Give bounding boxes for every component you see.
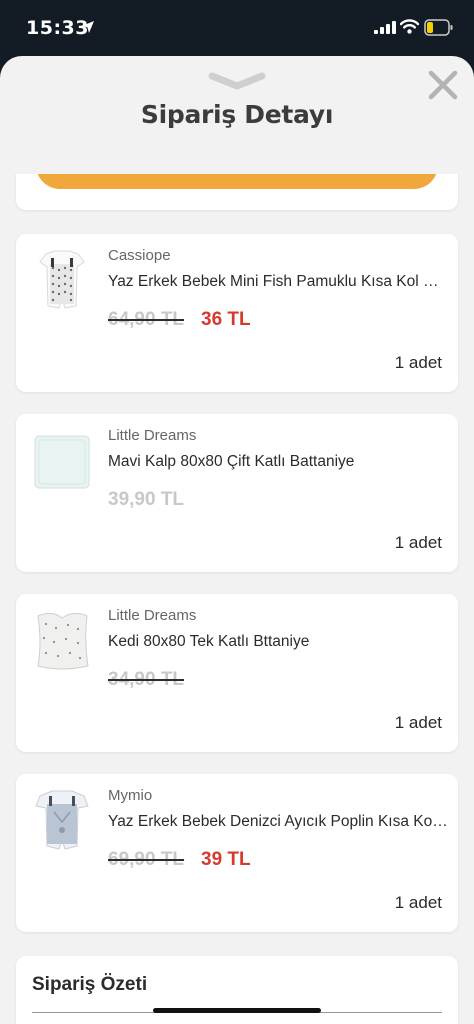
order-detail-sheet: Sipariş Detayı Cassiope Yaz Erkek Bebek …	[0, 56, 474, 1024]
order-item-card[interactable]: Little Dreams Kedi 80x80 Tek Katlı Bttan…	[16, 594, 458, 752]
chevron-down-icon[interactable]	[207, 72, 267, 92]
product-image	[35, 790, 89, 850]
order-item-card[interactable]: Mymio Yaz Erkek Bebek Denizci Ayıcık Pop…	[16, 774, 458, 932]
product-name: Yaz Erkek Bebek Mini Fish Pamuklu Kısa K…	[108, 273, 448, 290]
order-summary-card: Sipariş Özeti	[16, 956, 458, 1024]
old-price: 64,90 TL	[108, 309, 185, 330]
primary-action-button[interactable]	[36, 174, 438, 189]
order-item-card[interactable]: Little Dreams Mavi Kalp 80x80 Çift Katlı…	[16, 414, 458, 572]
quantity: 1 adet	[394, 713, 442, 732]
product-image	[34, 435, 90, 489]
location-arrow-icon	[82, 21, 94, 33]
quantity: 1 adet	[394, 533, 442, 552]
product-brand: Cassiope	[108, 247, 171, 264]
page-title: Sipariş Detayı	[140, 100, 334, 129]
order-item-card[interactable]: Cassiope Yaz Erkek Bebek Mini Fish Pamuk…	[16, 234, 458, 392]
product-brand: Little Dreams	[108, 607, 197, 624]
price: 39,90 TL	[108, 489, 185, 510]
quantity: 1 adet	[394, 353, 442, 372]
status-time: 15:33	[26, 17, 89, 39]
old-price: 34,90 TL	[108, 669, 185, 690]
product-image	[39, 250, 85, 309]
product-name: Yaz Erkek Bebek Denizci Ayıcık Poplin Kı…	[108, 813, 448, 830]
old-price: 69,90 TL	[108, 849, 185, 870]
discounted-price: 36 TL	[201, 309, 251, 330]
wifi-icon	[400, 19, 419, 34]
product-name: Kedi 80x80 Tek Katlı Bttaniye	[108, 633, 310, 650]
battery-icon	[424, 19, 453, 36]
status-bar: 15:33	[0, 0, 474, 56]
product-brand: Little Dreams	[108, 427, 197, 444]
cellular-signal-icon	[374, 21, 396, 34]
quantity: 1 adet	[394, 893, 442, 912]
home-indicator[interactable]	[153, 1008, 321, 1013]
order-summary-title: Sipariş Özeti	[32, 974, 148, 995]
order-action-card	[16, 174, 458, 210]
discounted-price: 39 TL	[201, 849, 251, 870]
product-name: Mavi Kalp 80x80 Çift Katlı Battaniye	[108, 453, 355, 470]
scroll-content[interactable]: Cassiope Yaz Erkek Bebek Mini Fish Pamuk…	[0, 174, 474, 1024]
product-image	[37, 612, 89, 670]
product-brand: Mymio	[108, 787, 153, 804]
close-icon[interactable]	[427, 69, 459, 101]
